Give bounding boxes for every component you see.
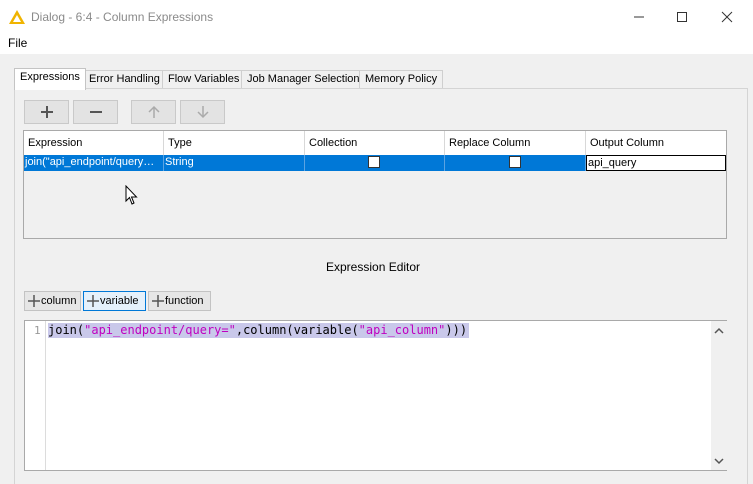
arrow-up-icon (147, 105, 160, 118)
column-header-replace-column[interactable]: Replace Column (445, 131, 586, 155)
insert-function-button[interactable]: function (148, 291, 211, 311)
plus-icon (87, 295, 99, 307)
minimize-button[interactable] (616, 0, 662, 34)
window-title: Dialog - 6:4 - Column Expressions (31, 10, 214, 24)
collection-cell[interactable] (305, 155, 445, 171)
minus-icon (89, 111, 102, 113)
move-up-button[interactable] (131, 100, 176, 124)
plus-icon (40, 106, 53, 118)
tab-flow-variables[interactable]: Flow Variables (162, 70, 246, 89)
code-token: join( (48, 323, 85, 337)
move-down-button[interactable] (180, 100, 225, 124)
close-button[interactable] (704, 0, 750, 34)
maximize-icon (677, 12, 687, 22)
expression-cell[interactable]: join("api_endpoint/query… (24, 155, 164, 171)
menu-file[interactable]: File (8, 36, 27, 50)
vertical-scrollbar[interactable] (711, 321, 727, 470)
mouse-cursor-icon (125, 185, 138, 205)
insert-column-button[interactable]: column (24, 291, 81, 311)
column-header-type[interactable]: Type (164, 131, 305, 155)
expression-editor-label: Expression Editor (326, 260, 421, 274)
insert-column-label: column (41, 295, 77, 307)
code-editor[interactable]: 1 join("api_endpoint/query=",column(vari… (24, 320, 727, 471)
insert-function-label: function (165, 295, 204, 307)
code-token: ,column(variable( (235, 323, 359, 337)
collection-checkbox[interactable] (368, 156, 380, 168)
plus-icon (152, 295, 164, 307)
table-row[interactable]: join("api_endpoint/query… String api_que… (24, 155, 726, 171)
minimize-icon (634, 16, 644, 18)
code-token: "api_column" (358, 323, 446, 337)
title-bar: Dialog - 6:4 - Column Expressions (0, 0, 753, 34)
insert-variable-label: variable (100, 295, 139, 307)
column-header-output-column[interactable]: Output Column (586, 131, 726, 155)
tab-expressions[interactable]: Expressions (14, 68, 86, 90)
arrow-down-icon (196, 106, 209, 119)
code-token: "api_endpoint/query=" (84, 323, 236, 337)
add-expression-button[interactable] (24, 100, 69, 124)
maximize-button[interactable] (659, 0, 705, 34)
column-header-collection[interactable]: Collection (305, 131, 445, 155)
output-column-field[interactable]: api_query (586, 155, 726, 171)
remove-expression-button[interactable] (73, 100, 118, 124)
plus-icon (28, 295, 40, 307)
code-token: ))) (445, 323, 468, 337)
replace-column-checkbox[interactable] (509, 156, 521, 168)
insert-variable-button[interactable]: variable (83, 291, 146, 311)
line-number: 1 (34, 324, 41, 337)
tab-memory-policy[interactable]: Memory Policy (359, 70, 444, 89)
replace-column-cell[interactable] (445, 155, 586, 171)
close-icon (721, 11, 733, 23)
type-cell[interactable]: String (164, 155, 305, 171)
column-header-expression[interactable]: Expression (24, 131, 164, 155)
line-number-gutter: 1 (25, 321, 46, 470)
tab-job-manager-selection[interactable]: Job Manager Selection (241, 70, 366, 89)
table-header: Expression Type Collection Replace Colum… (24, 131, 726, 155)
scroll-up-icon[interactable] (714, 326, 724, 336)
code-line[interactable]: join("api_endpoint/query=",column(variab… (48, 323, 470, 338)
menu-bar: File (0, 34, 753, 54)
tab-error-handling[interactable]: Error Handling (83, 70, 166, 89)
warning-triangle-icon (9, 10, 25, 24)
scroll-down-icon[interactable] (714, 456, 724, 466)
